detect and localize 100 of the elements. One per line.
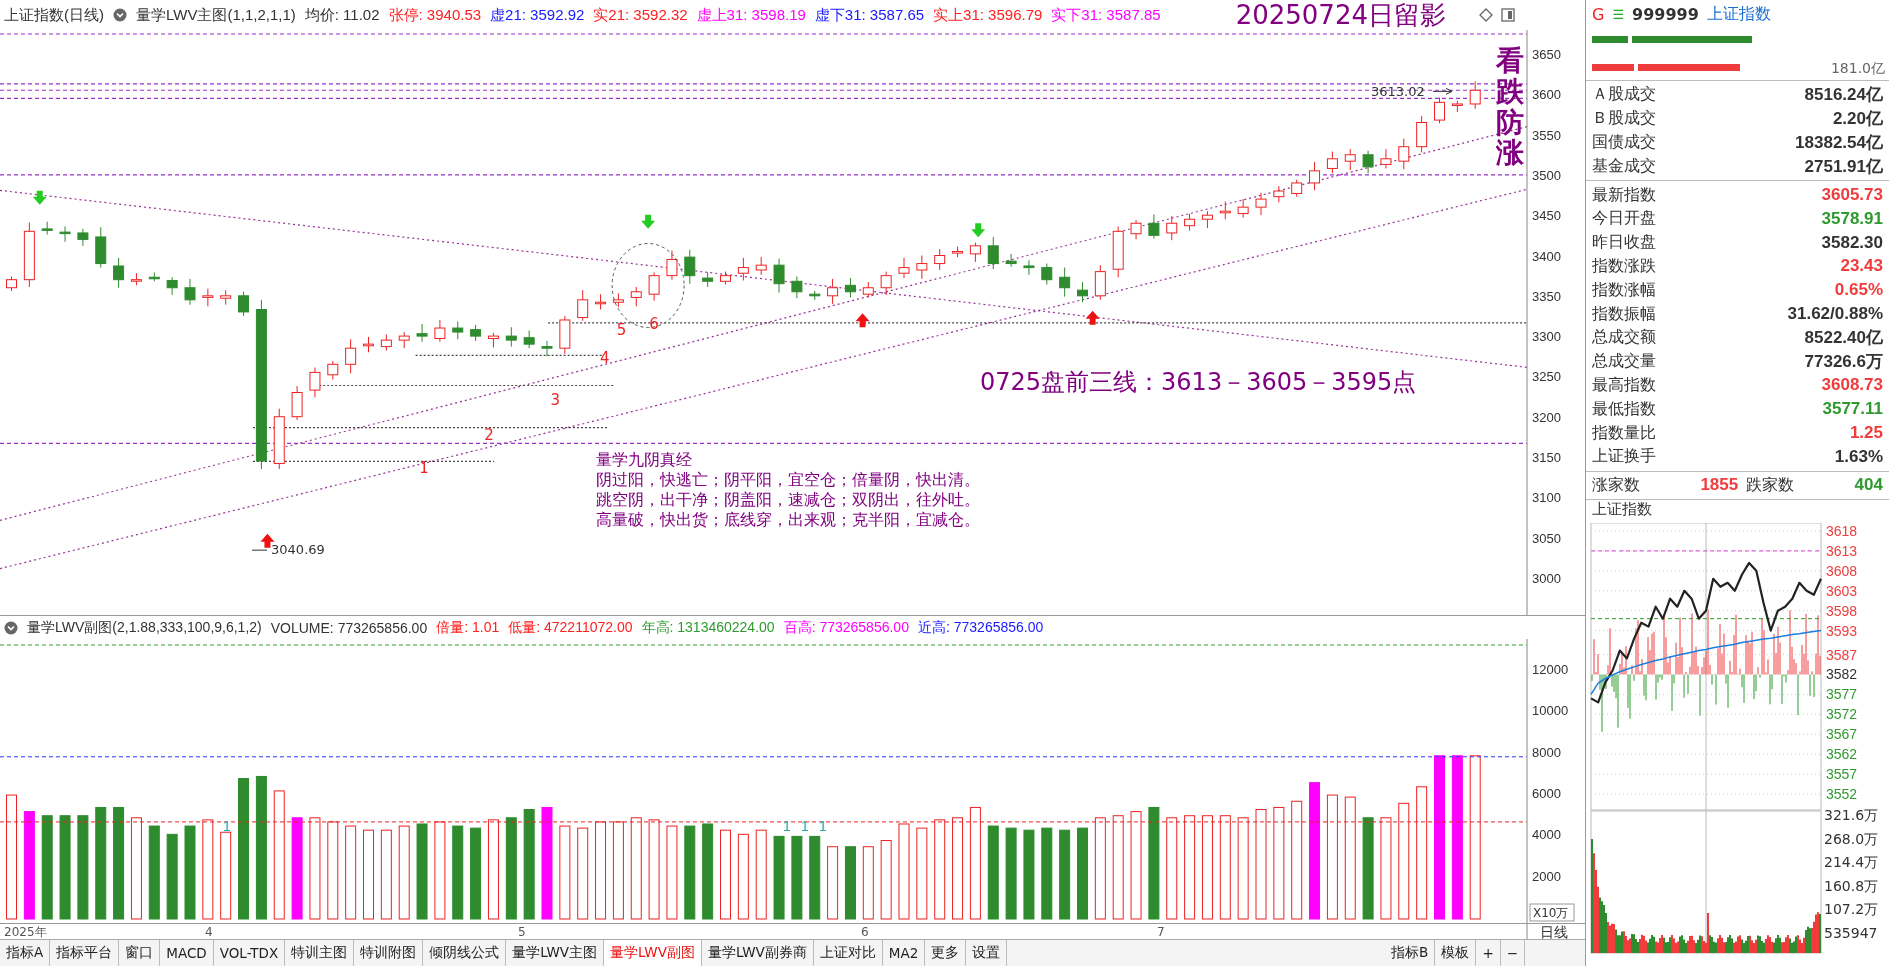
stat-value: 3578.91 [1821, 208, 1883, 229]
price-tick: 3618 [1826, 522, 1858, 539]
vertical-note: 看跌防涨 [1496, 46, 1524, 170]
chart-title: 上证指数 [1591, 499, 1653, 520]
price-tick: 3557 [1826, 765, 1858, 782]
stat-label: 指数振幅 [1592, 303, 1656, 325]
volume-axis-label: 2000 [1532, 868, 1561, 884]
stat-label: 指数量比 [1592, 422, 1656, 444]
low-price-label: 3040.69 [271, 542, 325, 558]
volume-axis-label: 4000 [1532, 827, 1561, 843]
stat-label: Ｂ股成交 [1592, 108, 1656, 130]
price-tick: 3582 [1826, 666, 1858, 683]
stat-value: 2.20亿 [1832, 108, 1883, 131]
stat-label: 最新指数 [1592, 184, 1656, 206]
price-axis-label: 3500 [1532, 167, 1561, 183]
price-tick: 3587 [1826, 646, 1858, 663]
verse-title: 量学九阴真经 [596, 450, 693, 470]
stat-label: 今日开盘 [1592, 208, 1656, 230]
decliners-count: 404 [1854, 475, 1883, 496]
stat-value: 3577.11 [1822, 399, 1883, 420]
unit-label: X10万 [1533, 906, 1569, 920]
stat-label: 总成交量 [1592, 351, 1656, 373]
index-name: 上证指数 [1706, 3, 1771, 25]
price-tick: 3613 [1826, 542, 1858, 559]
indicator-tab[interactable]: 量学LWV副图 [604, 940, 702, 966]
date-axis-label: 7 [1157, 925, 1165, 939]
volume-tick: 160.8万 [1824, 877, 1879, 894]
signal-mark: 1 [223, 818, 231, 834]
chart-symbol: 上证指数(日线) [4, 5, 104, 25]
advancers-label: 涨家数 [1592, 474, 1640, 496]
price-axis-label: 3300 [1532, 329, 1561, 345]
level-number: 4 [599, 348, 610, 367]
price-tick: 3552 [1826, 785, 1858, 802]
indicator-value: 虚21: 3592.92 [490, 5, 585, 25]
verse-line: 阴过阳，快逃亡；阴平阳，宜空仓；倍量阴，快出清。 [596, 470, 980, 490]
signal-letter: G [1592, 4, 1605, 24]
stat-label: 最低指数 [1592, 398, 1656, 420]
stat-value: 8516.24亿 [1804, 84, 1883, 107]
advancers-count: 1855 [1700, 475, 1739, 496]
price-axis-label: 3200 [1532, 409, 1561, 425]
price-axis-label: 3650 [1532, 47, 1561, 62]
indicator-name[interactable]: 量学LWV副图(2,1.88,333,100,9,6,1,2) [27, 618, 262, 637]
price-tick: 3567 [1826, 726, 1858, 742]
indicator-value: 实上31: 3596.79 [933, 5, 1043, 25]
period-selector[interactable]: 日线 [1540, 924, 1568, 939]
stat-value: 3605.73 [1821, 185, 1883, 206]
date-axis-label: 2025年 [4, 925, 47, 939]
price-tick: 3562 [1826, 745, 1858, 762]
indicator-value: 实21: 3592.32 [593, 5, 688, 25]
price-axis-label: 3250 [1532, 369, 1561, 385]
decliners-label: 跌家数 [1746, 474, 1795, 496]
indicator-value: 年高: 1313460224.00 [641, 618, 775, 637]
price-tick: 3603 [1826, 582, 1858, 599]
stat-label: 国债成交 [1592, 132, 1656, 153]
stat-label: 基金成交 [1592, 155, 1656, 177]
stat-value: 8522.40亿 [1804, 327, 1883, 350]
volume-tick: 535947 [1824, 924, 1878, 941]
stat-value: 3608.73 [1821, 375, 1883, 396]
indicator-value: 百高: 773265856.00 [783, 618, 909, 637]
stat-value: 2751.91亿 [1804, 155, 1883, 178]
indicator-value: 倍量: 1.01 [436, 618, 500, 637]
price-axis-label: 3050 [1532, 530, 1561, 546]
level-number: 5 [616, 320, 627, 339]
price-tick: 3572 [1826, 706, 1858, 723]
stat-value: 18382.54亿 [1795, 132, 1883, 154]
indicator-value: 低量: 472211072.00 [508, 618, 633, 637]
price-axis-label: 3000 [1532, 570, 1561, 586]
indicator-name[interactable]: 量学LWV主图(1,1,2,1,1) [136, 5, 296, 25]
volume-tick: 107.2万 [1824, 900, 1879, 917]
stat-label: 最高指数 [1592, 374, 1656, 396]
price-axis-label: 3450 [1532, 208, 1561, 224]
index-code: 999999 [1632, 4, 1699, 24]
stat-label: 指数涨跌 [1592, 255, 1656, 277]
stat-label: 总成交额 [1592, 327, 1656, 349]
snapshot-title: 20250724日留影 [1235, 0, 1446, 32]
indicator-value: 张停: 3940.53 [388, 5, 482, 25]
price-tick: 3598 [1826, 602, 1858, 619]
signal-mark: 1 [783, 818, 791, 834]
amount-value: 181.0亿 [1830, 60, 1885, 78]
indicator-value: 均价: 11.02 [304, 5, 380, 25]
indicator-value: 虚上31: 3598.19 [696, 5, 806, 25]
date-axis-label: 5 [518, 925, 526, 939]
price-tick: 3593 [1826, 622, 1858, 639]
volume-axis-label: 12000 [1532, 661, 1569, 677]
indicator-value: 近高: 773265856.00 [917, 618, 1044, 637]
price-axis-label: 3150 [1532, 450, 1561, 465]
stat-value: 3582.30 [1821, 232, 1883, 253]
level-number: 1 [419, 459, 429, 478]
level-number: 2 [484, 425, 494, 444]
stat-value: 0.65% [1834, 280, 1883, 301]
date-axis-label: 6 [861, 925, 869, 939]
signal-mark: 1 [819, 818, 827, 834]
price-tick: 3577 [1826, 686, 1858, 703]
stat-value: 1.63% [1834, 446, 1883, 467]
forecast-text: 0725盘前三线：3613－3605－3595点 [980, 367, 1417, 398]
volume-axis-label: 6000 [1532, 786, 1561, 801]
volume-tick: 214.4万 [1824, 853, 1879, 870]
price-axis-label: 3600 [1532, 87, 1561, 103]
date-axis-label: 4 [205, 925, 213, 939]
stat-label: Ａ股成交 [1592, 84, 1656, 106]
